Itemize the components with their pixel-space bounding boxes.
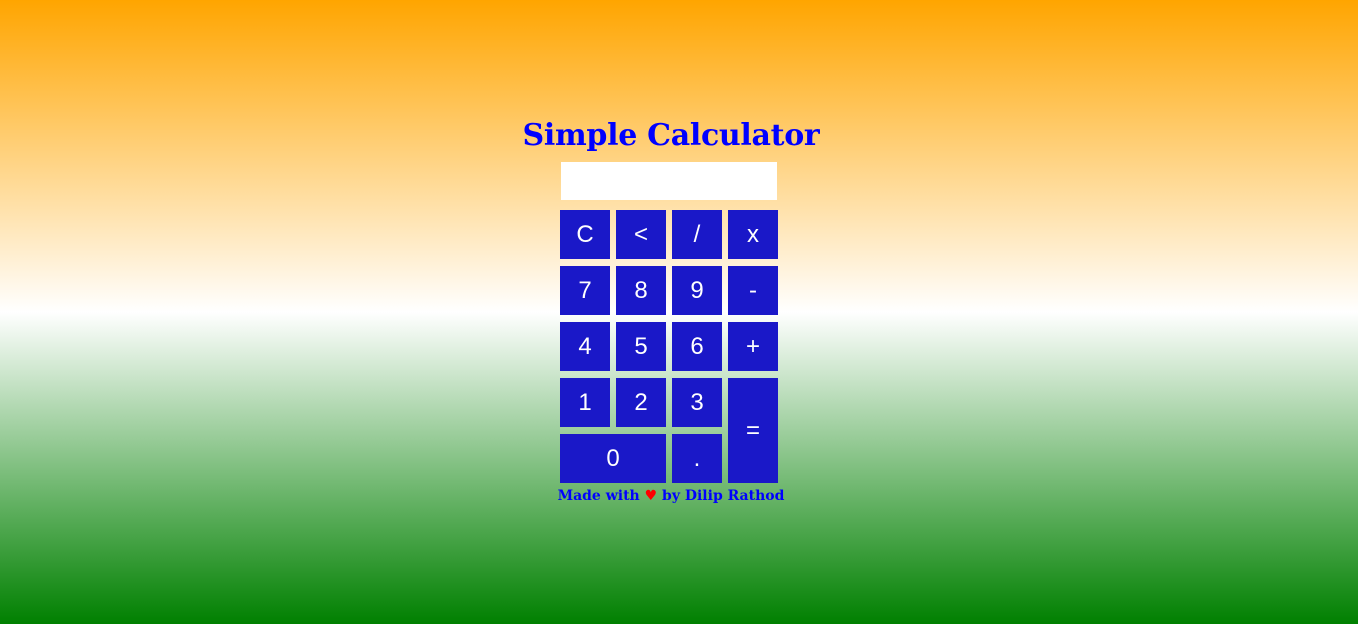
digit-4-button[interactable]: 4 xyxy=(560,322,610,371)
digit-0-button[interactable]: 0 xyxy=(560,434,666,483)
footer-suffix: by Dilip Rathod xyxy=(662,488,785,504)
digit-6-button[interactable]: 6 xyxy=(672,322,722,371)
digit-2-button[interactable]: 2 xyxy=(616,378,666,427)
calculator-display[interactable] xyxy=(561,162,777,200)
digit-5-button[interactable]: 5 xyxy=(616,322,666,371)
footer-credit: Made with ♥ by Dilip Rathod xyxy=(0,488,1342,504)
decimal-point-button[interactable]: . xyxy=(672,434,722,483)
clear-button[interactable]: C xyxy=(560,210,610,259)
equals-button[interactable]: = xyxy=(728,378,778,483)
digit-9-button[interactable]: 9 xyxy=(672,266,722,315)
footer-prefix: Made with xyxy=(557,488,640,504)
digit-1-button[interactable]: 1 xyxy=(560,378,610,427)
multiply-button[interactable]: x xyxy=(728,210,778,259)
minus-button[interactable]: - xyxy=(728,266,778,315)
digit-8-button[interactable]: 8 xyxy=(616,266,666,315)
keypad: C < / x 7 8 9 - 4 5 6 + 1 2 3 = 0 . xyxy=(560,210,778,483)
page-title: Simple Calculator xyxy=(522,118,820,153)
plus-button[interactable]: + xyxy=(728,322,778,371)
digit-7-button[interactable]: 7 xyxy=(560,266,610,315)
digit-3-button[interactable]: 3 xyxy=(672,378,722,427)
backspace-button[interactable]: < xyxy=(616,210,666,259)
divide-button[interactable]: / xyxy=(672,210,722,259)
heart-icon: ♥ xyxy=(644,488,658,504)
